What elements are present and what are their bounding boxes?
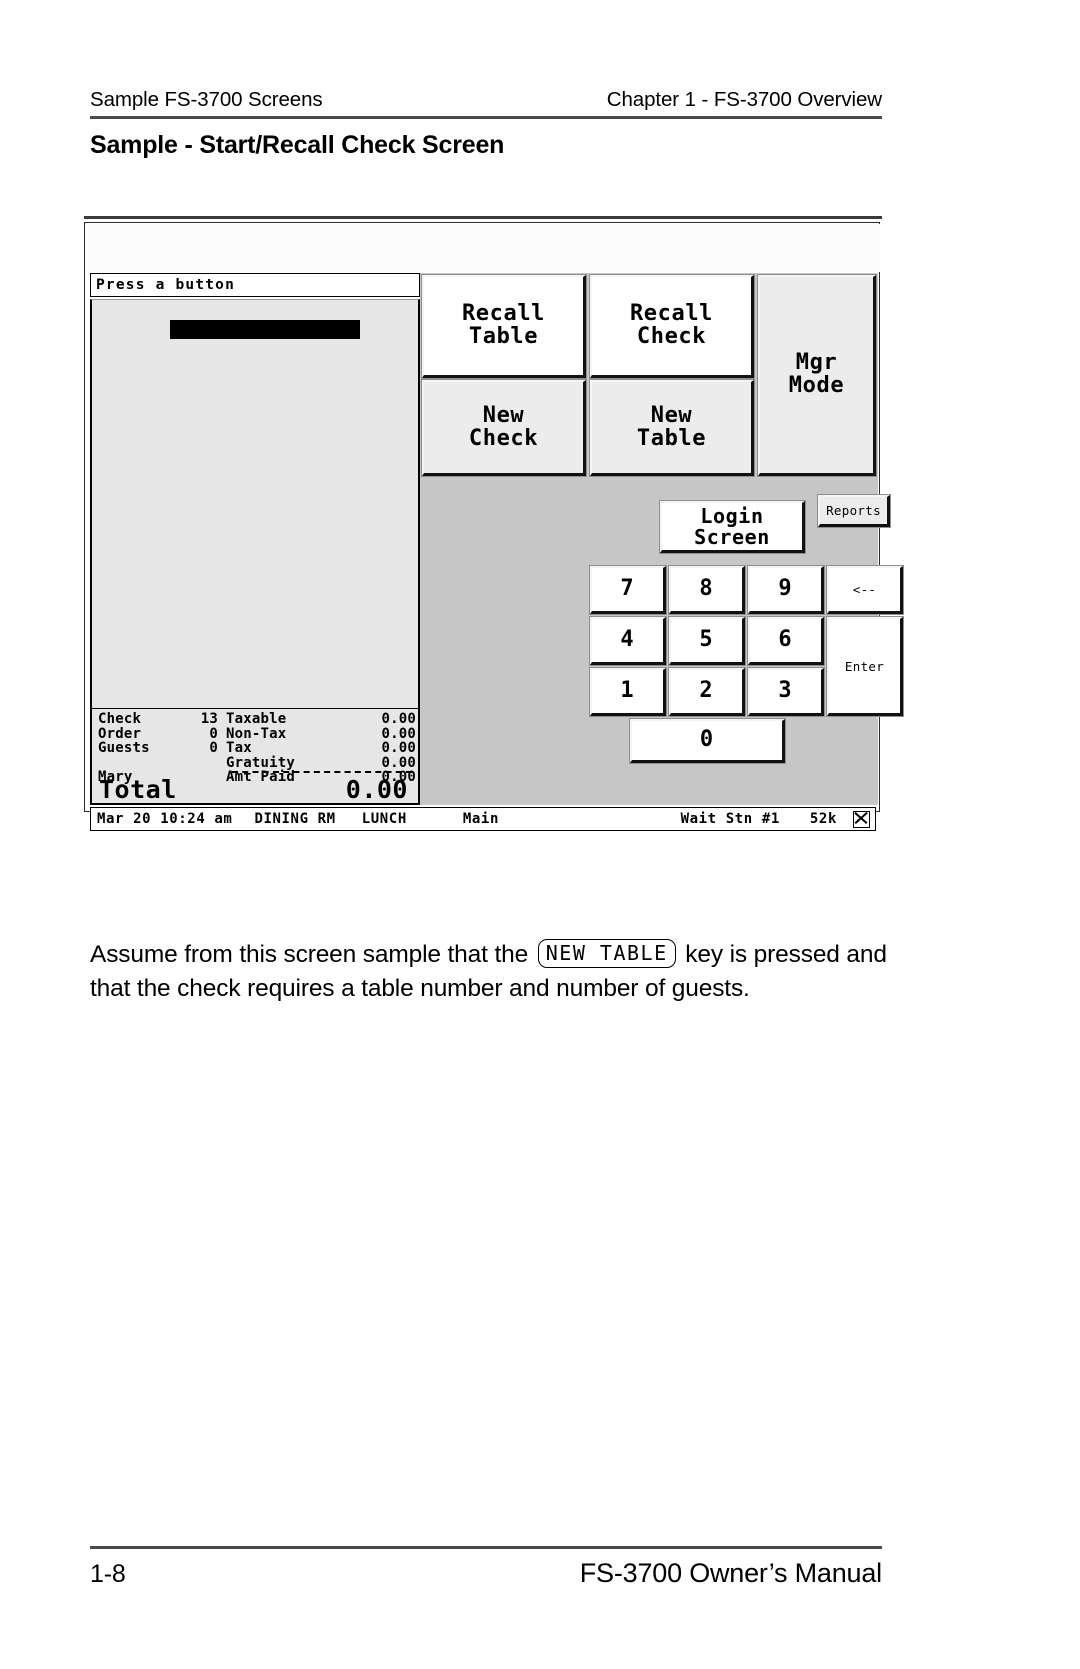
totals-label [92,756,188,771]
page-footer: 1-8 FS-3700 Owner’s Manual [90,1558,882,1589]
totals-label: Guests [98,740,150,756]
running-head-rule [90,116,882,119]
totals-name: Non-Tax [226,725,287,742]
totals-row: Gratuity 0.00 [92,754,418,771]
reports-button[interactable]: Reports [817,494,891,528]
grand-total-amount: 0.00 [345,775,408,804]
check-totals-panel: Check 13 Taxable 0.00 Order 0 Non-Tax 0.… [90,708,420,805]
totals-amount: 0.00 [381,711,416,727]
keypad-key-6[interactable]: 6 [747,616,825,666]
prompt-text: Press a button [96,277,236,293]
totals-name: Taxable [226,711,287,727]
keypad-key-7[interactable]: 7 [589,565,667,615]
totals-label: Order [98,725,142,742]
totals-name: Tax [226,740,252,756]
keypad-backspace-key[interactable]: <-- [826,565,904,615]
status-bar: Mar 20 10:24 am DINING RM LUNCH Main Wai… [90,807,876,831]
body-paragraph: Assume from this screen sample that the … [90,938,890,1006]
status-date-time: Mar 20 10:24 am [97,811,233,827]
totals-count: 0 [209,740,218,756]
check-item-list[interactable] [90,299,420,708]
totals-amount: 0.00 [381,754,416,771]
keypad-key-9[interactable]: 9 [747,565,825,615]
keypad-key-2[interactable]: 2 [668,667,746,717]
status-meal-period: LUNCH [361,811,407,827]
login-screen-button[interactable]: Login Screen [659,500,806,554]
totals-amount: 0.00 [381,740,416,756]
status-menu: Main [462,811,499,827]
figure-top-rule [84,216,882,219]
recall-table-button[interactable]: Recall Table [421,274,587,379]
totals-name: Gratuity [226,754,296,771]
x-box-icon [853,810,870,828]
pos-screen: Press a button Check 13 Taxable 0.00 Ord… [84,222,904,831]
new-table-keycap: NEW TABLE [537,939,676,968]
manual-page: Sample FS-3700 Screens Chapter 1 - FS-37… [0,0,1080,1669]
keypad-key-0[interactable]: 0 [629,718,786,764]
pos-screen-figure: Press a button Check 13 Taxable 0.00 Ord… [84,216,904,831]
keypad-key-1[interactable]: 1 [589,667,667,717]
status-revenue-center: DINING RM [254,811,336,827]
totals-count: 13 [200,711,218,727]
keypad-key-4[interactable]: 4 [589,616,667,666]
manual-title: FS-3700 Owner’s Manual [579,1558,882,1588]
grand-total-row: Total 0.00 [92,775,418,804]
running-head-left: Sample FS-3700 Screens [90,88,323,111]
totals-label: Check [98,711,142,727]
totals-amount: 0.00 [381,725,416,742]
totals-count [188,756,218,771]
body-text-before: Assume from this screen sample that the [90,941,529,968]
totals-row: Guests 0 Tax 0.00 [92,741,418,756]
keypad-key-5[interactable]: 5 [668,616,746,666]
keypad-key-8[interactable]: 8 [668,565,746,615]
check-detail-panel: Press a button Check 13 Taxable 0.00 Ord… [90,273,420,805]
page-title: Sample - Start/Recall Check Screen [90,131,505,159]
status-memory: 52k [809,811,837,827]
grand-total-label: Total [99,775,177,804]
keypad-key-3[interactable]: 3 [747,667,825,717]
keypad-enter-key[interactable]: Enter [826,616,904,717]
recall-check-button[interactable]: Recall Check [589,274,755,379]
running-head-right: Chapter 1 - FS-3700 Overview [606,88,882,111]
mgr-mode-button[interactable]: Mgr Mode [757,274,877,477]
running-head: Sample FS-3700 Screens Chapter 1 - FS-37… [90,88,882,112]
new-table-button[interactable]: New Table [589,379,755,477]
touch-key-panel: Recall Table Recall Check New Check New … [420,273,904,805]
totals-rows: Check 13 Taxable 0.00 Order 0 Non-Tax 0.… [92,709,418,804]
totals-row: Check 13 Taxable 0.00 [92,712,418,727]
highlighted-check-row [170,320,360,339]
page-number: 1-8 [90,1560,126,1588]
new-check-button[interactable]: New Check [421,379,587,477]
prompt-bar: Press a button [90,273,420,297]
totals-count: 0 [209,725,218,742]
totals-row: Order 0 Non-Tax 0.00 [92,725,418,742]
footer-rule [90,1546,882,1549]
totals-divider [232,771,412,773]
status-station: Wait Stn #1 [680,811,780,827]
pos-banner-strip [86,224,880,272]
